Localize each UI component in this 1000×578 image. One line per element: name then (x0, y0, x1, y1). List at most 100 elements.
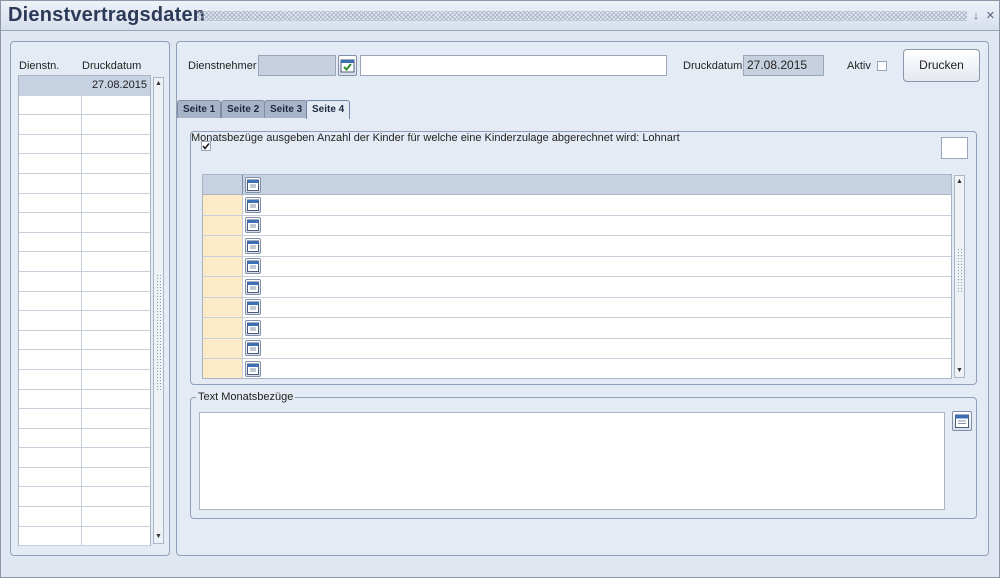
close-icon[interactable]: ✕ (986, 10, 995, 22)
list-cell-dienstn[interactable] (19, 409, 82, 428)
list-scrollbar[interactable]: ▲ ▼ (153, 77, 164, 544)
lohnart-lookup-button[interactable] (243, 339, 263, 359)
scroll-down-icon[interactable]: ▼ (154, 532, 163, 542)
list-cell-dienstn[interactable] (19, 252, 82, 271)
table-row[interactable] (203, 215, 951, 236)
scroll-grip[interactable] (957, 248, 962, 294)
list-row[interactable] (19, 467, 150, 488)
list-cell-dienstn[interactable] (19, 95, 82, 115)
list-row[interactable] (19, 291, 150, 312)
table-row[interactable] (203, 359, 951, 378)
list-cell-druckdatum[interactable] (82, 292, 150, 311)
lohnart-cell[interactable] (203, 195, 243, 215)
list-row[interactable] (19, 330, 150, 351)
aktiv-checkbox[interactable] (877, 61, 887, 71)
list-row[interactable] (19, 311, 150, 331)
tab-seite-3[interactable]: Seite 3 (264, 100, 309, 118)
grid-scrollbar[interactable]: ▲ ▼ (954, 175, 965, 378)
monatsbezuege-checkbox[interactable] (201, 141, 211, 151)
list-cell-druckdatum[interactable] (82, 331, 150, 350)
list-cell-druckdatum[interactable] (82, 213, 150, 232)
table-row[interactable] (203, 297, 951, 318)
list-row[interactable]: 27.08.2015 (19, 76, 150, 96)
list-row[interactable] (19, 428, 150, 449)
list-cell-dienstn[interactable] (19, 115, 82, 134)
list-cell-dienstn[interactable] (19, 369, 82, 389)
list-cell-dienstn[interactable] (19, 213, 82, 232)
list-row[interactable] (19, 95, 150, 116)
list-row[interactable] (19, 350, 150, 370)
list-row[interactable] (19, 232, 150, 253)
list-row[interactable] (19, 154, 150, 174)
list-cell-druckdatum[interactable] (82, 311, 150, 330)
lohnart-description-cell[interactable] (263, 298, 951, 318)
list-row[interactable] (19, 213, 150, 233)
lohnart-lookup-button[interactable] (243, 216, 263, 236)
list-cell-druckdatum[interactable] (82, 507, 150, 526)
list-row[interactable] (19, 409, 150, 429)
list-cell-dienstn[interactable] (19, 154, 82, 173)
list-cell-druckdatum[interactable] (82, 350, 150, 369)
list-cell-druckdatum[interactable] (82, 135, 150, 154)
list-cell-dienstn[interactable] (19, 330, 82, 350)
list-cell-druckdatum[interactable] (82, 154, 150, 173)
list-cell-druckdatum[interactable] (82, 448, 150, 467)
list-cell-dienstn[interactable] (19, 350, 82, 369)
list-cell-dienstn[interactable] (19, 526, 82, 546)
dienstnehmer-name-field[interactable] (360, 55, 667, 76)
list-cell-druckdatum[interactable] (82, 390, 150, 409)
list-row[interactable] (19, 271, 150, 292)
scroll-up-icon[interactable]: ▲ (955, 177, 964, 187)
list-cell-druckdatum[interactable] (82, 487, 150, 506)
lohnart-description-cell[interactable] (263, 277, 951, 297)
lohnart-lookup-button[interactable] (243, 195, 263, 215)
list-cell-dienstn[interactable] (19, 507, 82, 526)
lohnart-lookup-button[interactable] (243, 318, 263, 338)
table-row[interactable] (203, 236, 951, 257)
list-cell-dienstn[interactable] (19, 271, 82, 291)
table-row[interactable] (203, 195, 951, 216)
grid-header-lookup-button[interactable] (243, 175, 263, 194)
lohnart-lookup-button[interactable] (243, 277, 263, 297)
list-cell-druckdatum[interactable]: 27.08.2015 (82, 76, 150, 95)
list-cell-dienstn[interactable] (19, 291, 82, 311)
list-cell-dienstn[interactable] (19, 134, 82, 154)
tab-seite-2[interactable]: Seite 2 (221, 100, 266, 118)
list-cell-dienstn[interactable] (19, 193, 82, 213)
list-row[interactable] (19, 193, 150, 214)
table-row[interactable] (203, 277, 951, 298)
minimize-icon[interactable]: ↓ (973, 10, 979, 22)
list-cell-druckdatum[interactable] (82, 429, 150, 448)
list-cell-druckdatum[interactable] (82, 527, 150, 546)
lohnart-lookup-button[interactable] (243, 257, 263, 277)
list-cell-dienstn[interactable] (19, 389, 82, 409)
lohnart-description-cell[interactable] (263, 236, 951, 256)
list-cell-druckdatum[interactable] (82, 174, 150, 193)
druckdatum-field[interactable]: 27.08.2015 (743, 55, 824, 76)
lohnart-lookup-button[interactable] (243, 236, 263, 256)
list-cell-druckdatum[interactable] (82, 252, 150, 271)
list-cell-druckdatum[interactable] (82, 233, 150, 252)
list-row[interactable] (19, 526, 150, 547)
list-cell-dienstn[interactable] (19, 173, 82, 193)
list-row[interactable] (19, 115, 150, 135)
table-row[interactable] (203, 338, 951, 359)
list-cell-dienstn[interactable] (19, 487, 82, 507)
table-row[interactable] (203, 256, 951, 277)
list-cell-druckdatum[interactable] (82, 370, 150, 389)
text-editor-button[interactable] (952, 411, 972, 431)
dienstnehmer-lookup-button[interactable] (338, 55, 357, 76)
list-cell-dienstn[interactable] (19, 428, 82, 448)
lohnart-description-cell[interactable] (263, 216, 951, 236)
tab-seite-1[interactable]: Seite 1 (177, 100, 222, 118)
lohnart-description-cell[interactable] (263, 359, 951, 378)
table-row[interactable] (203, 318, 951, 339)
lohnart-cell[interactable] (203, 318, 243, 338)
lohnart-description-cell[interactable] (263, 339, 951, 359)
list-row[interactable] (19, 369, 150, 390)
list-cell-druckdatum[interactable] (82, 409, 150, 428)
lohnart-description-cell[interactable] (263, 318, 951, 338)
list-cell-dienstn[interactable] (19, 311, 82, 330)
list-cell-druckdatum[interactable] (82, 194, 150, 213)
lohnart-cell[interactable] (203, 338, 243, 358)
